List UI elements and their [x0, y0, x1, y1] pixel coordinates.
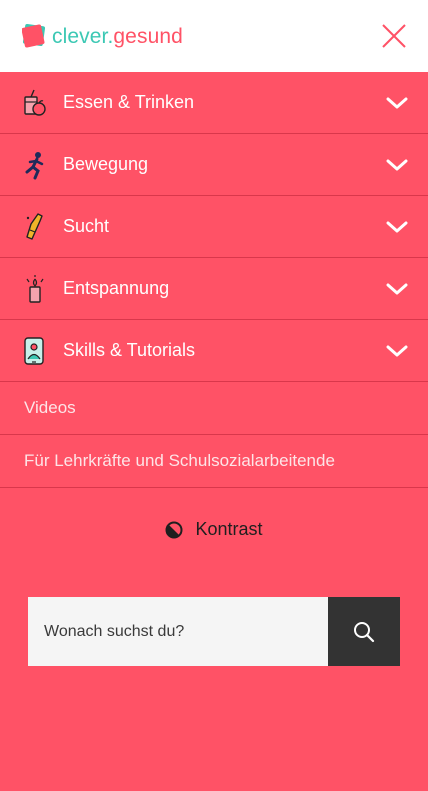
close-button[interactable]	[380, 22, 408, 50]
logo-mark-icon	[22, 23, 46, 48]
close-icon	[382, 24, 406, 48]
menu-item-left: Sucht	[22, 212, 109, 242]
phone-person-icon	[22, 336, 48, 366]
contrast-icon	[165, 521, 183, 538]
candle-icon	[22, 274, 48, 304]
menu-item-essen-trinken[interactable]: Essen & Trinken	[0, 72, 428, 134]
chevron-down-icon	[386, 283, 408, 294]
chevron-down-icon	[386, 159, 408, 170]
logo-text-clever: clever	[52, 24, 108, 48]
menu-item-left: Essen & Trinken	[22, 88, 194, 118]
menu-item-left: Bewegung	[22, 150, 148, 180]
menu-item-label: Essen & Trinken	[63, 92, 195, 112]
menu-item-left: Entspannung	[22, 274, 169, 304]
drink-apple-icon	[22, 88, 48, 118]
menu-item-sucht[interactable]: Sucht	[0, 196, 428, 258]
site-header: clever.gesund	[0, 0, 428, 72]
menu-item-left: Skills & Tutorials	[22, 336, 195, 366]
menu-item-label: Bewegung	[63, 154, 149, 174]
logo[interactable]: clever.gesund	[22, 23, 183, 49]
link-videos[interactable]: Videos	[0, 382, 428, 435]
menu-item-entspannung[interactable]: Entspannung	[0, 258, 428, 320]
logo-text: clever.gesund	[52, 26, 183, 47]
search-form	[28, 597, 400, 666]
logo-text-gesund: gesund	[113, 24, 183, 48]
chevron-down-icon	[386, 345, 408, 356]
chevron-down-icon	[386, 221, 408, 232]
menu-item-label: Sucht	[63, 216, 110, 236]
chevron-down-icon	[386, 97, 408, 108]
menu-item-label: Entspannung	[63, 278, 170, 298]
menu-item-label: Skills & Tutorials	[63, 340, 196, 360]
link-lehrkraefte[interactable]: Für Lehrkräfte und Schulsozialarbeitende	[0, 435, 428, 488]
menu-item-skills-tutorials[interactable]: Skills & Tutorials	[0, 320, 428, 382]
search-input[interactable]	[28, 597, 328, 666]
search-button[interactable]	[328, 597, 400, 666]
contrast-label: Kontrast	[195, 519, 263, 539]
search-icon	[354, 621, 375, 642]
main-menu: Essen & Trinken Bewegung Sucht Entspannu…	[0, 72, 428, 382]
running-person-icon	[22, 150, 48, 180]
menu-item-bewegung[interactable]: Bewegung	[0, 134, 428, 196]
bottle-icon	[22, 212, 48, 242]
contrast-toggle[interactable]: Kontrast	[0, 519, 428, 540]
